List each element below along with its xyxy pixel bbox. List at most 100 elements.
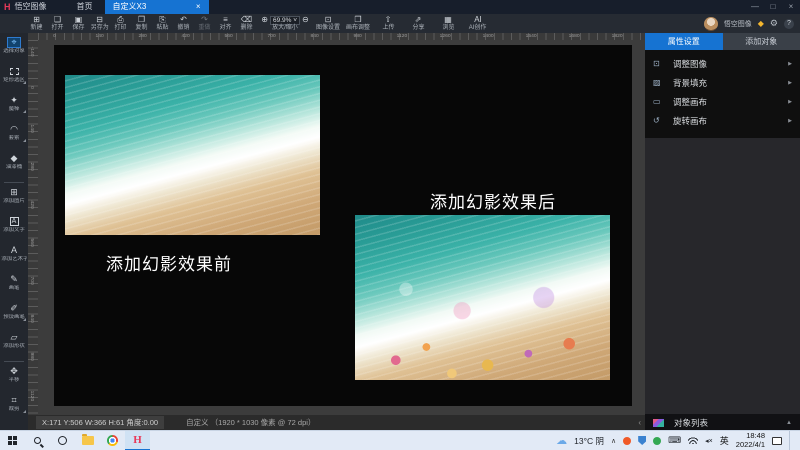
sidebar-item-add-image[interactable]: ⊞添加图片 (0, 185, 28, 214)
cortana-button[interactable] (50, 431, 75, 450)
undo-button[interactable]: ↶撤销 (173, 16, 194, 32)
tray-green-icon[interactable] (653, 437, 661, 445)
weather-cloud-icon[interactable]: ☁ (556, 434, 567, 447)
panel-item-adjust-canvas[interactable]: ▭调整画布▶ (645, 92, 800, 111)
search-icon (34, 437, 41, 444)
ruler-v-label: 280 (29, 162, 34, 170)
sidebar-item-add-shape[interactable]: ▱添加形状 (0, 330, 28, 359)
sidebar-item-paint-bucket[interactable]: ◆油漆桶 (0, 151, 28, 180)
ai-create-button[interactable]: AIAI创作 (463, 16, 493, 32)
caption-after[interactable]: 添加幻影效果后 (430, 188, 556, 213)
upload-button[interactable]: ⇧上传 (373, 16, 403, 32)
beach-photo-before[interactable] (65, 75, 320, 235)
sidebar-item-crop[interactable]: ⌗裁剪 (0, 393, 28, 422)
chrome-icon (107, 435, 118, 446)
tab-home[interactable]: 首页 (65, 0, 105, 14)
tab-document[interactable]: 自定义X3 × (105, 0, 209, 14)
magic-wand-icon: ✦ (7, 95, 21, 106)
collapse-up-icon[interactable]: ▲ (786, 420, 792, 426)
canvas-adjust-button[interactable]: ❒画布调整 (343, 16, 373, 32)
chevron-right-icon: ▶ (788, 118, 792, 124)
window-close-button[interactable]: × (782, 0, 800, 14)
ruler-h-label: 1820 (612, 33, 623, 38)
browse-button[interactable]: ▦浏览 (433, 16, 463, 32)
window-minimize-button[interactable]: — (746, 0, 764, 14)
ruler-v-label: 140 (29, 124, 34, 132)
image-settings-button[interactable]: ⊡图像设置 (313, 16, 343, 32)
start-button[interactable] (0, 431, 25, 450)
paste-button[interactable]: ⎘粘贴 (152, 16, 173, 32)
ime-indicator[interactable]: 英 (720, 434, 729, 447)
zoom-out-icon[interactable]: ⊖ (302, 16, 309, 24)
notification-center-icon[interactable] (772, 437, 782, 445)
clock[interactable]: 18:482022/4/1 (736, 432, 765, 449)
tray-expand-icon[interactable]: ∧ (611, 437, 616, 445)
sidebar-divider (4, 361, 24, 362)
save-as-button[interactable]: ⊟另存为 (89, 16, 110, 32)
chrome-button[interactable] (100, 431, 125, 450)
panel-collapse-icon[interactable]: ‹ (638, 418, 641, 427)
redo-button[interactable]: ↷重做 (194, 16, 215, 32)
help-icon[interactable]: ? (784, 19, 794, 29)
new-button[interactable]: ⊞新建 (26, 16, 47, 32)
sidebar-item-add-text[interactable]: A添加文字 (0, 214, 28, 243)
sidebar-item-rect-select[interactable]: 矩形选区 (0, 64, 28, 93)
sidebar-item-brush[interactable]: ✎画笔 (0, 272, 28, 301)
photosir-taskbar-button[interactable]: H (125, 431, 150, 450)
tab-add-object[interactable]: 添加对象 (723, 33, 800, 50)
show-desktop-button[interactable] (789, 431, 792, 450)
ruler-h-label: 1680 (569, 33, 580, 38)
panel-item-rotate-canvas[interactable]: ↺旋转画布▶ (645, 111, 800, 130)
panel-item-background-fill[interactable]: ▨背景填充▶ (645, 73, 800, 92)
ruler-h-label: 1400 (483, 33, 494, 38)
tray-shield-icon[interactable] (638, 436, 646, 445)
vip-gem-icon[interactable]: ◆ (758, 19, 764, 28)
tool-sidebar: ⌖选择对象 矩形选区 ✦魔棒 ◠套索 ◆油漆桶 ⊞添加图片 A添加文字 A添加艺… (0, 33, 28, 430)
ruler-h-label: 140 (95, 33, 103, 38)
property-list: ⊡调整图像▶ ▨背景填充▶ ▭调整画布▶ ↺旋转画布▶ (645, 50, 800, 138)
avatar[interactable] (704, 17, 718, 31)
canvas-workspace[interactable]: 添加幻影效果前 添加幻影效果后 (38, 40, 645, 415)
delete-button[interactable]: ⌫删除 (236, 16, 257, 32)
beach-photo-after[interactable] (355, 215, 610, 380)
sidebar-item-magic-wand[interactable]: ✦魔棒 (0, 93, 28, 122)
sidebar-item-select-object[interactable]: ⌖选择对象 (0, 35, 28, 64)
tab-close-icon[interactable]: × (196, 0, 201, 14)
add-image-icon: ⊞ (7, 187, 21, 198)
volume-muted-icon[interactable]: ◂× (705, 437, 713, 445)
object-thumbnail (653, 419, 664, 427)
add-text-icon: A (7, 216, 21, 227)
ruler-v-label: 0 (29, 86, 34, 89)
touch-keyboard-icon[interactable]: ⌨ (668, 435, 681, 446)
open-button[interactable]: ❏打开 (47, 16, 68, 32)
caption-before[interactable]: 添加幻影效果前 (106, 250, 232, 275)
panel-item-adjust-image[interactable]: ⊡调整图像▶ (645, 54, 800, 73)
copy-button[interactable]: ❐复制 (131, 16, 152, 32)
sidebar-item-preset-brush[interactable]: ✐预设画笔 (0, 301, 28, 330)
selection-info: X:171 Y:506 W:366 H:61 角度:0.00 (36, 416, 164, 429)
share-button[interactable]: ⇗分享 (403, 16, 433, 32)
tray-app-icon[interactable] (623, 437, 631, 445)
zoom-in-icon[interactable]: ⊕ (261, 16, 268, 24)
file-explorer-button[interactable] (75, 431, 100, 450)
panel-empty-area (645, 138, 800, 414)
network-icon[interactable] (688, 437, 698, 444)
windows-logo-icon (8, 436, 17, 445)
account-area: 悟空图像 ◆ ⚙ ? (704, 14, 794, 33)
sidebar-item-pan[interactable]: ✥平移 (0, 364, 28, 393)
tab-property-settings[interactable]: 属性设置 (645, 33, 723, 50)
zoom-controls: ⊕ 69.9% ˅ ⊖ 放大/缩小 (257, 16, 313, 32)
zoom-caret-icon: ˅ (293, 17, 297, 24)
weather-text[interactable]: 13°C 阴 (574, 435, 604, 447)
document-info: 自定义 （1920 * 1030 像素 @ 72 dpi） (186, 417, 315, 428)
window-maximize-button[interactable]: □ (764, 0, 782, 14)
settings-gear-icon[interactable]: ⚙ (770, 18, 778, 29)
sidebar-item-lasso[interactable]: ◠套索 (0, 122, 28, 151)
sidebar-item-add-art-text[interactable]: A添加艺术字 (0, 243, 28, 272)
print-button[interactable]: ⎙打印 (110, 16, 131, 32)
adjust-image-icon: ⊡ (653, 59, 663, 68)
chevron-right-icon: ▶ (788, 80, 792, 86)
taskbar-search-button[interactable] (25, 431, 50, 450)
align-button[interactable]: ≡对齐 (215, 16, 236, 32)
save-button[interactable]: ▣保存 (68, 16, 89, 32)
